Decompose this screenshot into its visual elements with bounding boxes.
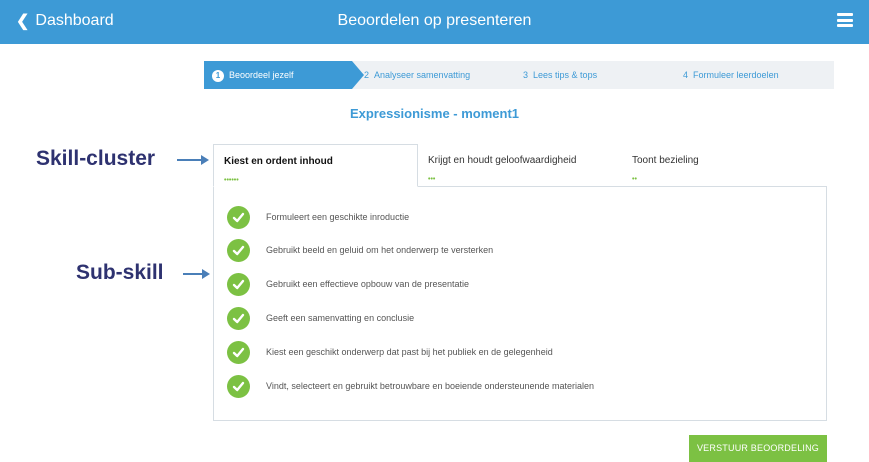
- step-4[interactable]: 4 Formuleer leerdoelen: [683, 61, 779, 89]
- skill-cluster-annotation: Skill-cluster: [36, 147, 156, 170]
- tab-progress-dots: ••••••: [224, 177, 239, 184]
- skill-cluster-arrow-icon: [177, 155, 209, 165]
- tab-label: Krijgt en houdt geloofwaardigheid: [428, 155, 577, 166]
- sub-skill-label: Kiest een geschikt onderwerp dat past bi…: [266, 347, 553, 357]
- sub-skill-annotation: Sub-skill: [76, 261, 164, 284]
- sub-skill-row: Vindt, selecteert en gebruikt betrouwbar…: [227, 374, 594, 398]
- step-number: 4: [683, 70, 689, 80]
- check-icon[interactable]: [227, 306, 250, 330]
- sub-skill-row: Geeft een samenvatting en conclusie: [227, 306, 414, 330]
- page-title: Beoordelen op presenteren: [337, 12, 532, 29]
- step-1[interactable]: 1 Beoordeel jezelf: [204, 61, 364, 89]
- submit-assessment-button[interactable]: VERSTUUR BEOORDELING: [689, 435, 827, 462]
- check-icon[interactable]: [227, 205, 250, 229]
- hamburger-menu-icon[interactable]: [837, 13, 853, 27]
- tab-toont-bezieling[interactable]: Toont bezieling ••: [622, 144, 772, 187]
- sub-skill-label: Gebruikt een effectieve opbouw van de pr…: [266, 279, 469, 289]
- sub-skill-label: Geeft een samenvatting en conclusie: [266, 313, 415, 323]
- tab-label: Toont bezieling: [632, 155, 699, 166]
- check-icon[interactable]: [227, 340, 250, 364]
- sub-skill-arrow-icon: [183, 269, 210, 279]
- sub-skill-row: Formuleert een geschikte inroductie: [227, 205, 409, 229]
- check-icon[interactable]: [227, 374, 250, 398]
- step-label: Beoordeel jezelf: [229, 70, 294, 80]
- tab-progress-dots: •••: [428, 176, 436, 183]
- tab-progress-dots: ••: [632, 176, 637, 183]
- step-2[interactable]: 2 Analyseer samenvatting: [364, 61, 470, 89]
- step-label: Lees tips & tops: [533, 70, 598, 80]
- sub-skill-row: Gebruikt beeld en geluid om het onderwer…: [227, 238, 493, 262]
- step-3[interactable]: 3 Lees tips & tops: [523, 61, 597, 89]
- step-label: Analyseer samenvatting: [374, 70, 471, 80]
- top-bar: ❮ Dashboard Beoordelen op presenteren: [0, 0, 869, 44]
- tab-kiest-en-ordent-inhoud[interactable]: Kiest en ordent inhoud ••••••: [213, 144, 418, 187]
- step-number: 2: [364, 70, 370, 80]
- sub-skill-label: Formuleert een geschikte inroductie: [266, 212, 410, 222]
- progress-stepper: 1 Beoordeel jezelf 2 Analyseer samenvatti…: [204, 61, 834, 89]
- tab-krijgt-en-houdt-geloofwaardigheid[interactable]: Krijgt en houdt geloofwaardigheid •••: [418, 144, 608, 187]
- step-label: Formuleer leerdoelen: [693, 70, 779, 80]
- step-number-badge: 1: [212, 69, 224, 82]
- sub-skill-label: Vindt, selecteert en gebruikt betrouwbar…: [266, 381, 595, 391]
- check-icon[interactable]: [227, 238, 250, 262]
- sub-skill-row: Gebruikt een effectieve opbouw van de pr…: [227, 272, 469, 296]
- sub-skill-label: Gebruikt beeld en geluid om het onderwer…: [266, 245, 494, 255]
- step-number: 3: [523, 70, 529, 80]
- tab-label: Kiest en ordent inhoud: [224, 156, 333, 167]
- check-icon[interactable]: [227, 272, 250, 296]
- assignment-subject: Expressionisme - moment1: [349, 106, 520, 121]
- sub-skill-row: Kiest een geschikt onderwerp dat past bi…: [227, 340, 553, 364]
